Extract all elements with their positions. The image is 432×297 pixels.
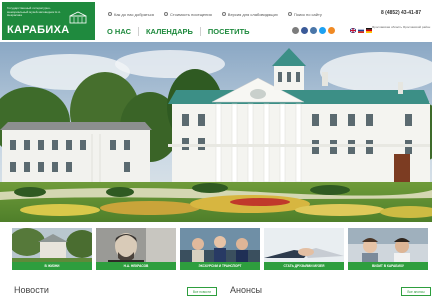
logo-title: КАРАБИХА — [7, 24, 70, 36]
main-nav: О НАС КАЛЕНДАРЬ ПОСЕТИТЬ — [100, 27, 257, 36]
twitter-icon[interactable] — [319, 27, 326, 34]
nav-item-about[interactable]: О НАС — [100, 27, 138, 36]
all-announces-button[interactable]: Все анонсы — [401, 287, 431, 296]
hero-image — [0, 42, 432, 222]
top-link-directions[interactable]: Как до нас добраться — [108, 12, 154, 17]
top-link-accessibility[interactable]: Версия для слабовидящих — [221, 11, 278, 17]
top-link-prices[interactable]: Стоимость посещения — [163, 11, 212, 17]
address-text: Ярославская область Ярославский район — [372, 25, 431, 29]
estate-photo — [0, 42, 432, 222]
tile-label: Н.А. НЕКРАСОВ — [96, 262, 176, 270]
top-link-search[interactable]: Поиск по сайту — [287, 11, 322, 17]
language-switcher — [350, 28, 372, 33]
ticket-icon — [163, 12, 168, 16]
search-icon — [287, 12, 292, 16]
tile-label: В ЖИЗНИ — [12, 262, 92, 270]
all-news-button[interactable]: Все новости — [187, 287, 217, 296]
odnoklassniki-icon[interactable] — [328, 27, 335, 34]
tile-label: ЭКСКУРСИИ И ТРАНСПОРТ — [180, 262, 260, 270]
tile-friends[interactable]: СТАТЬ ДРУЗЬЯМИ МУЗЕЯ — [264, 228, 344, 270]
tile-visit[interactable]: ВИЗИТ В КАРАБИХУ — [348, 228, 428, 270]
logo-subtitle: Государственный литературно-мемориальный… — [7, 6, 61, 17]
estate-logo-icon — [69, 11, 87, 24]
tile-nekrasov[interactable]: Н.А. НЕКРАСОВ — [96, 228, 176, 270]
site-logo[interactable]: Государственный литературно-мемориальный… — [2, 2, 95, 40]
top-links: Как до нас добраться Стоимость посещения… — [108, 10, 322, 18]
page: Государственный литературно-мемориальный… — [0, 0, 432, 297]
flag-ru-icon[interactable] — [358, 28, 364, 33]
nav-item-visit[interactable]: ПОСЕТИТЬ — [201, 27, 257, 36]
flag-uk-icon[interactable] — [350, 28, 356, 33]
facebook-icon[interactable] — [301, 27, 308, 34]
top-link-label: Версия для слабовидящих — [227, 11, 278, 17]
tile-label: ВИЗИТ В КАРАБИХУ — [348, 262, 428, 270]
site-header: Государственный литературно-мемориальный… — [0, 0, 432, 42]
location-pin-icon — [108, 12, 112, 16]
vk-icon[interactable] — [310, 27, 317, 34]
instagram-icon[interactable] — [292, 27, 299, 34]
tile-life[interactable]: В ЖИЗНИ — [12, 228, 92, 270]
top-link-label: Как до нас добраться — [114, 11, 154, 17]
tile-label: СТАТЬ ДРУЗЬЯМИ МУЗЕЯ — [264, 262, 344, 270]
phone-number[interactable]: 8 (4852) 43-41-87 — [381, 10, 421, 16]
tile-excursions[interactable]: ЭКСКУРСИИ И ТРАНСПОРТ — [180, 228, 260, 270]
nav-item-calendar[interactable]: КАЛЕНДАРЬ — [139, 27, 200, 36]
news-title: Новости — [14, 285, 49, 295]
social-links — [292, 27, 335, 34]
announces-title: Анонсы — [230, 285, 262, 295]
feature-tiles: В ЖИЗНИ Н.А. НЕКРАСОВ ЭКСКУРСИИ И ТРАНСП… — [12, 228, 432, 270]
top-link-label: Стоимость посещения — [169, 11, 212, 17]
eye-icon — [221, 12, 226, 16]
top-link-label: Поиск по сайту — [293, 11, 322, 17]
